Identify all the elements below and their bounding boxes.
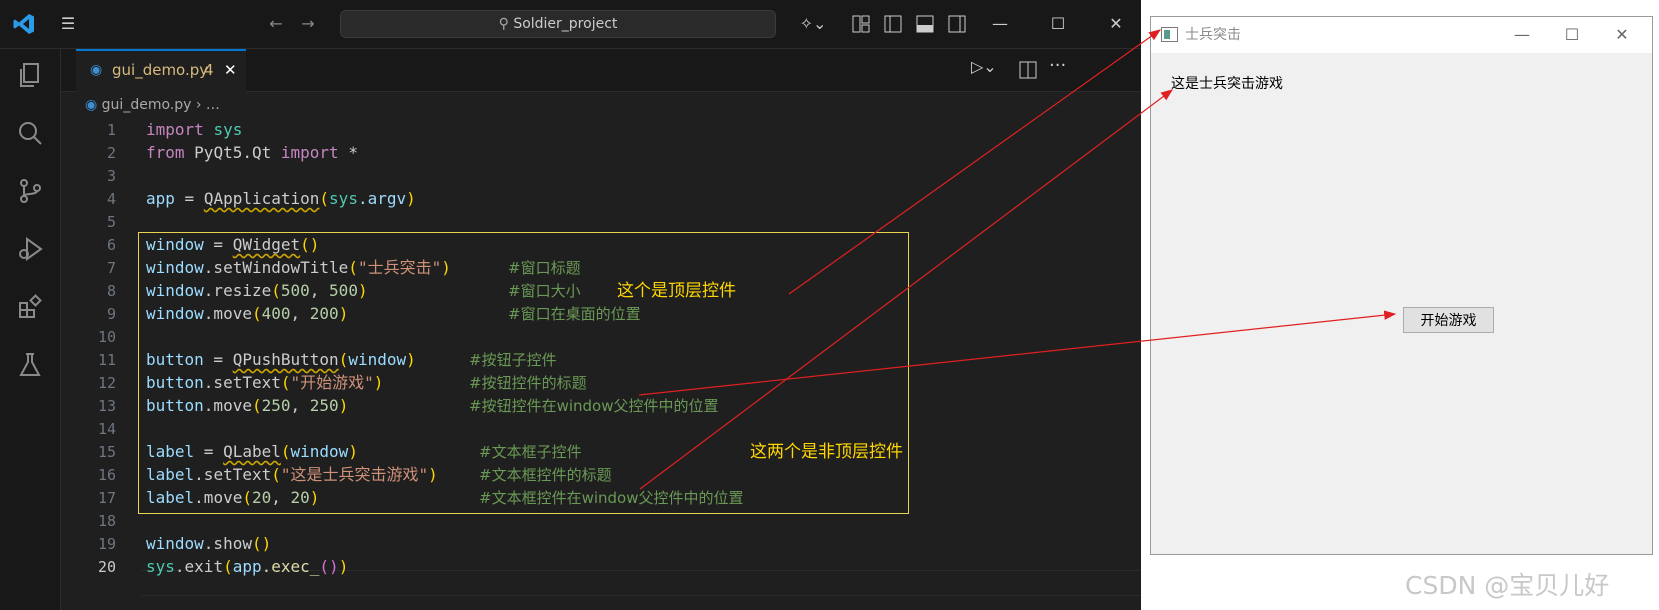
line-number: 8 (106, 282, 116, 300)
toggle-secondary-sidebar-icon[interactable] (948, 15, 966, 33)
qt-maximize-icon[interactable]: ☐ (1552, 17, 1592, 53)
qt-close-icon[interactable]: ✕ (1602, 17, 1642, 53)
line-number: 5 (106, 213, 116, 231)
python-file-icon: ◉ (90, 62, 103, 78)
breadcrumb-rest[interactable]: … (206, 97, 220, 113)
line-number: 17 (97, 489, 116, 507)
tab-label: gui_demo.py (112, 61, 209, 79)
line-number: 3 (106, 167, 116, 185)
qt-window: 士兵突击 — ☐ ✕ 这是士兵突击游戏 开始游戏 (1150, 16, 1653, 555)
copilot-icon[interactable]: ✧⌄ (795, 14, 831, 34)
window-maximize-icon[interactable]: ☐ (1048, 14, 1068, 34)
run-debug-icon[interactable] (16, 235, 44, 263)
tab-close-icon[interactable]: ✕ (224, 51, 237, 89)
tab-gui-demo[interactable]: ◉ gui_demo.py 4 ✕ (76, 49, 246, 92)
run-python-file-button[interactable]: ▷⌄ (971, 57, 1009, 76)
editor-tabs: ◉ gui_demo.py 4 ✕ ▷⌄ ··· (61, 49, 1141, 92)
explorer-icon[interactable] (16, 61, 44, 89)
breadcrumb-file[interactable]: gui_demo.py (102, 97, 192, 113)
toggle-primary-sidebar-icon[interactable] (884, 15, 902, 33)
search-icon: ⚲ (498, 16, 514, 32)
command-center-search[interactable]: ⚲ Soldier_project (340, 10, 776, 38)
window-close-icon[interactable]: ✕ (1106, 14, 1126, 34)
vscode-logo-icon (13, 14, 34, 34)
annotation-top-level: 这个是顶层控件 (617, 281, 736, 301)
menu-hamburger-icon[interactable]: ☰ (58, 14, 78, 34)
watermark: CSDN @宝贝儿好 (1405, 571, 1610, 600)
split-editor-icon[interactable] (1019, 61, 1037, 79)
code-line-2: from PyQt5.Qt import * (146, 143, 358, 162)
breadcrumb: ◉ gui_demo.py › … (85, 94, 220, 116)
line-number: 6 (106, 236, 116, 254)
code-line-4: app = QApplication(sys.argv) (146, 189, 416, 208)
code-line-19: window.show() (146, 534, 272, 553)
code-line-20: sys.exit(app.exec_()) (146, 557, 349, 576)
code-highlight-box (138, 232, 909, 514)
window-minimize-icon[interactable]: — (990, 14, 1010, 34)
line-number: 10 (97, 328, 116, 346)
nav-forward-icon[interactable]: → (298, 14, 318, 34)
qt-minimize-icon[interactable]: — (1502, 17, 1542, 53)
search-sidebar-icon[interactable] (16, 119, 44, 147)
qt-window-title: 士兵突击 (1185, 27, 1241, 43)
line-number: 2 (106, 144, 116, 162)
code-line-1: import sys (146, 120, 243, 139)
testing-flask-icon[interactable] (16, 351, 44, 379)
annotation-non-top-level: 这两个是非顶层控件 (750, 442, 903, 462)
line-number: 9 (106, 305, 116, 323)
line-number: 4 (106, 190, 116, 208)
line-number: 13 (97, 397, 116, 415)
line-number: 18 (97, 512, 116, 530)
line-number: 12 (97, 374, 116, 392)
line-number: 11 (97, 351, 116, 369)
vscode-window: ☰ ← → ⚲ Soldier_project ✧⌄ — ☐ ✕ ◉ gui_d… (0, 0, 1141, 610)
title-bar: ☰ ← → ⚲ Soldier_project ✧⌄ — ☐ ✕ (0, 0, 1141, 49)
more-actions-icon[interactable]: ··· (1049, 55, 1066, 76)
qt-title-bar: 士兵突击 — ☐ ✕ (1151, 17, 1652, 53)
line-number: 15 (97, 443, 116, 461)
source-control-icon[interactable] (16, 177, 44, 205)
extensions-icon[interactable] (16, 293, 44, 321)
line-number: 14 (97, 420, 116, 438)
start-game-button[interactable]: 开始游戏 (1403, 307, 1494, 333)
nav-back-icon[interactable]: ← (266, 14, 286, 34)
line-number: 19 (97, 535, 116, 553)
line-number: 16 (97, 466, 116, 484)
activity-bar (0, 49, 61, 610)
toggle-panel-icon[interactable] (916, 15, 934, 33)
line-number: 1 (106, 121, 116, 139)
line-number-current: 20 (97, 558, 116, 576)
line-number: 7 (106, 259, 116, 277)
python-file-icon: ◉ (85, 97, 102, 113)
search-text: Soldier_project (513, 16, 618, 32)
tab-problem-count: 4 (204, 61, 214, 79)
customize-layout-icon[interactable] (852, 15, 870, 33)
qt-app-icon (1161, 27, 1178, 42)
breadcrumb-chevron-icon: › (195, 97, 206, 113)
qt-label: 这是士兵突击游戏 (1171, 76, 1283, 92)
